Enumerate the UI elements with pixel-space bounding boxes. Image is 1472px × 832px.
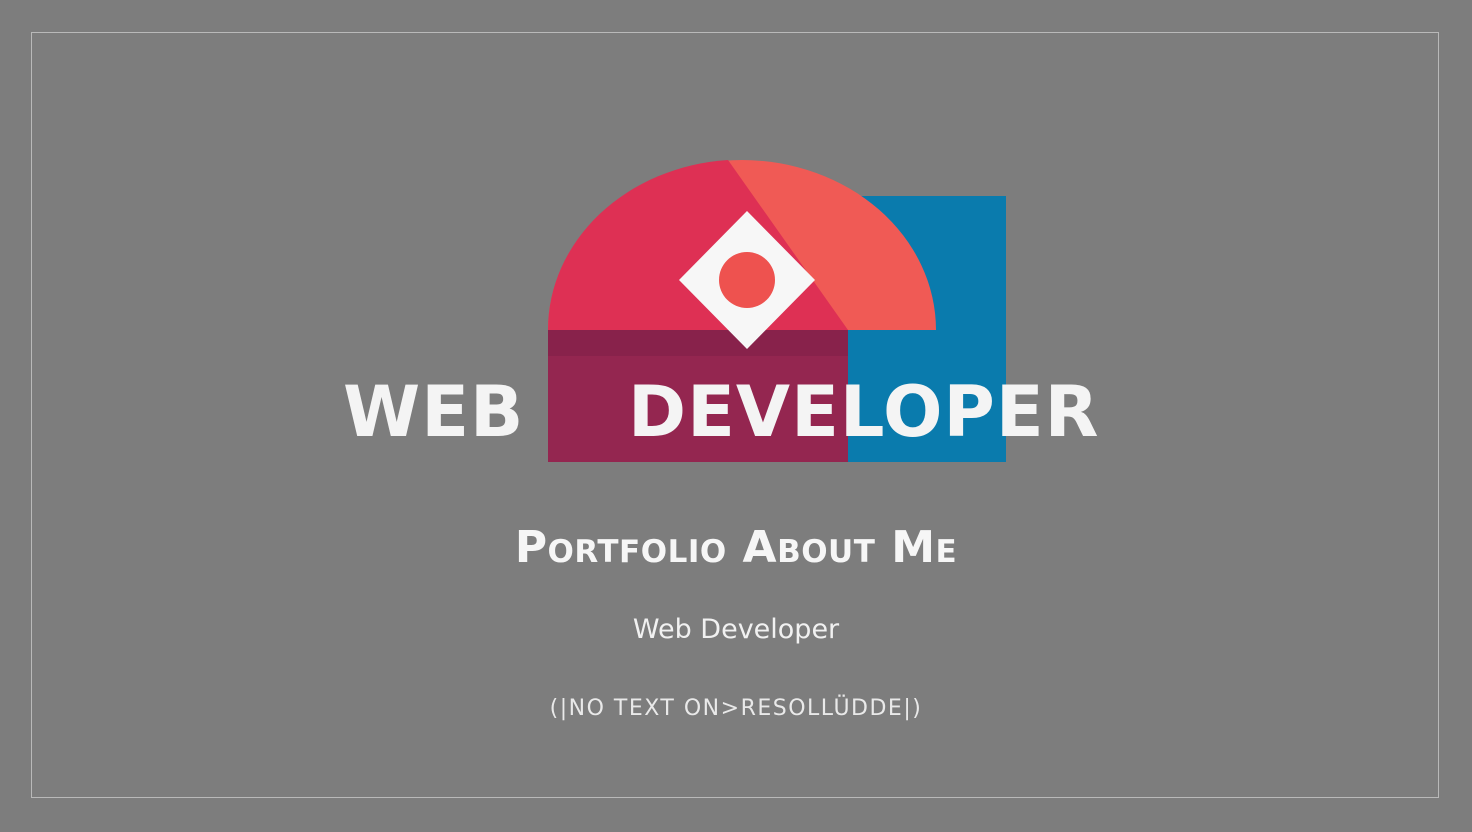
page-subheading: Web Developer <box>632 614 840 645</box>
page-heading: Portfolio About Me <box>514 522 958 573</box>
page-note: (|NO TEXT ON>RESOLLÜDDE|) <box>549 696 923 721</box>
logo-word-developer: DEVELOPER <box>628 371 1100 453</box>
logo-word-web: WEB <box>343 371 525 453</box>
logo-shadow-band <box>548 330 848 356</box>
logo-dot-icon <box>719 252 775 308</box>
